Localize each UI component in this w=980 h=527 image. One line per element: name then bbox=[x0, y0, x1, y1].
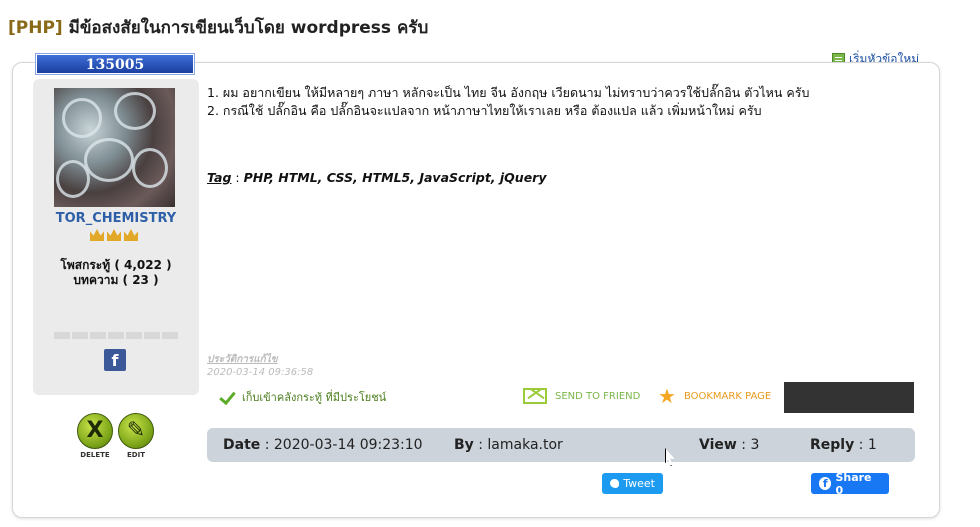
facebook-share-button[interactable]: f Share 0 bbox=[811, 470, 889, 497]
author-articles-count: บทความ ( 23 ) bbox=[73, 273, 159, 287]
author-panel: TOR_CHEMISTRY โพสกระทู้ ( 4,022 ) บทความ… bbox=[33, 79, 199, 395]
avatar[interactable] bbox=[54, 88, 175, 207]
post-tags: Tag : PHP, HTML, CSS, HTML5, JavaScript,… bbox=[207, 170, 547, 185]
author-link[interactable]: lamaka.tor bbox=[487, 437, 562, 453]
topic-title: มีข้อสงสัยในการเขียนเว็บโดย wordpress คร… bbox=[68, 18, 429, 38]
save-favorite-button[interactable]: เก็บเข้าคลังกระทู้ ที่มีประโยชน์ bbox=[218, 388, 386, 406]
envelope-icon bbox=[523, 388, 547, 404]
reply-count: Reply : 1 bbox=[810, 437, 877, 453]
view-count: View : 3 bbox=[699, 437, 760, 453]
delete-icon: X bbox=[77, 413, 113, 449]
dark-panel bbox=[784, 382, 914, 413]
post-info-bar: Date : 2020-03-14 09:23:10 By : lamaka.t… bbox=[207, 428, 915, 462]
bookmark-button[interactable]: ★ BOOKMARK PAGE bbox=[658, 384, 772, 408]
edit-timestamp: 2020-03-14 09:36:58 bbox=[207, 367, 314, 378]
delete-button[interactable]: X DELETE bbox=[77, 413, 113, 461]
rank-crowns bbox=[90, 229, 138, 241]
post-body: 1. ผม อยากเขียน ให้มีหลายๆ ภาษา หลักจะเป… bbox=[207, 84, 809, 120]
post-line: 1. ผม อยากเขียน ให้มีหลายๆ ภาษา หลักจะเป… bbox=[207, 85, 810, 100]
author-posts-count: โพสกระทู้ ( 4,022 ) bbox=[60, 258, 172, 272]
author-stats: โพสกระทู้ ( 4,022 ) บทความ ( 23 ) bbox=[33, 258, 199, 288]
tag-label: Tag bbox=[207, 170, 232, 185]
send-to-friend-button[interactable]: SEND TO FRIEND bbox=[523, 388, 640, 404]
tweet-label: Tweet bbox=[623, 477, 655, 490]
twitter-bird-icon bbox=[610, 479, 620, 488]
pencil-icon: ✎ bbox=[118, 413, 154, 449]
send-to-friend-label: SEND TO FRIEND bbox=[555, 390, 641, 402]
star-icon: ★ bbox=[658, 384, 676, 408]
rank-progress bbox=[54, 332, 178, 339]
category-tag: [PHP] bbox=[8, 18, 63, 38]
post-date: Date : 2020-03-14 09:23:10 bbox=[223, 437, 423, 453]
delete-label: DELETE bbox=[80, 451, 110, 459]
edit-button[interactable]: ✎ EDIT bbox=[118, 413, 154, 461]
tag-list[interactable]: PHP, HTML, CSS, HTML5, JavaScript, jQuer… bbox=[244, 170, 547, 185]
crown-icon bbox=[90, 229, 104, 241]
author-username[interactable]: TOR_CHEMISTRY bbox=[33, 211, 199, 226]
facebook-icon[interactable]: f bbox=[104, 349, 126, 371]
post-author: By : lamaka.tor bbox=[454, 437, 563, 453]
checkmark-icon bbox=[218, 389, 234, 405]
crown-icon bbox=[124, 229, 138, 241]
facebook-logo-icon: f bbox=[819, 477, 832, 490]
edit-history: ประวัติการแก้ไข 2020-03-14 09:36:58 bbox=[207, 353, 313, 379]
bookmark-label: BOOKMARK PAGE bbox=[683, 390, 772, 402]
edit-history-link[interactable]: ประวัติการแก้ไข bbox=[207, 353, 313, 366]
tweet-button[interactable]: Tweet bbox=[602, 473, 663, 494]
facebook-share-label: Share 0 bbox=[835, 470, 872, 497]
post-id-badge: 135005 bbox=[36, 54, 194, 74]
edit-label: EDIT bbox=[127, 451, 145, 459]
crown-icon bbox=[107, 229, 121, 241]
save-favorite-label: เก็บเข้าคลังกระทู้ ที่มีประโยชน์ bbox=[242, 391, 387, 404]
page-title: [PHP] มีข้อสงสัยในการเขียนเว็บโดย wordpr… bbox=[8, 14, 428, 41]
post-line: 2. กรณีใช้ ปลั๊กอิน คือ ปลั๊กอินจะแปลจาก… bbox=[207, 103, 762, 118]
